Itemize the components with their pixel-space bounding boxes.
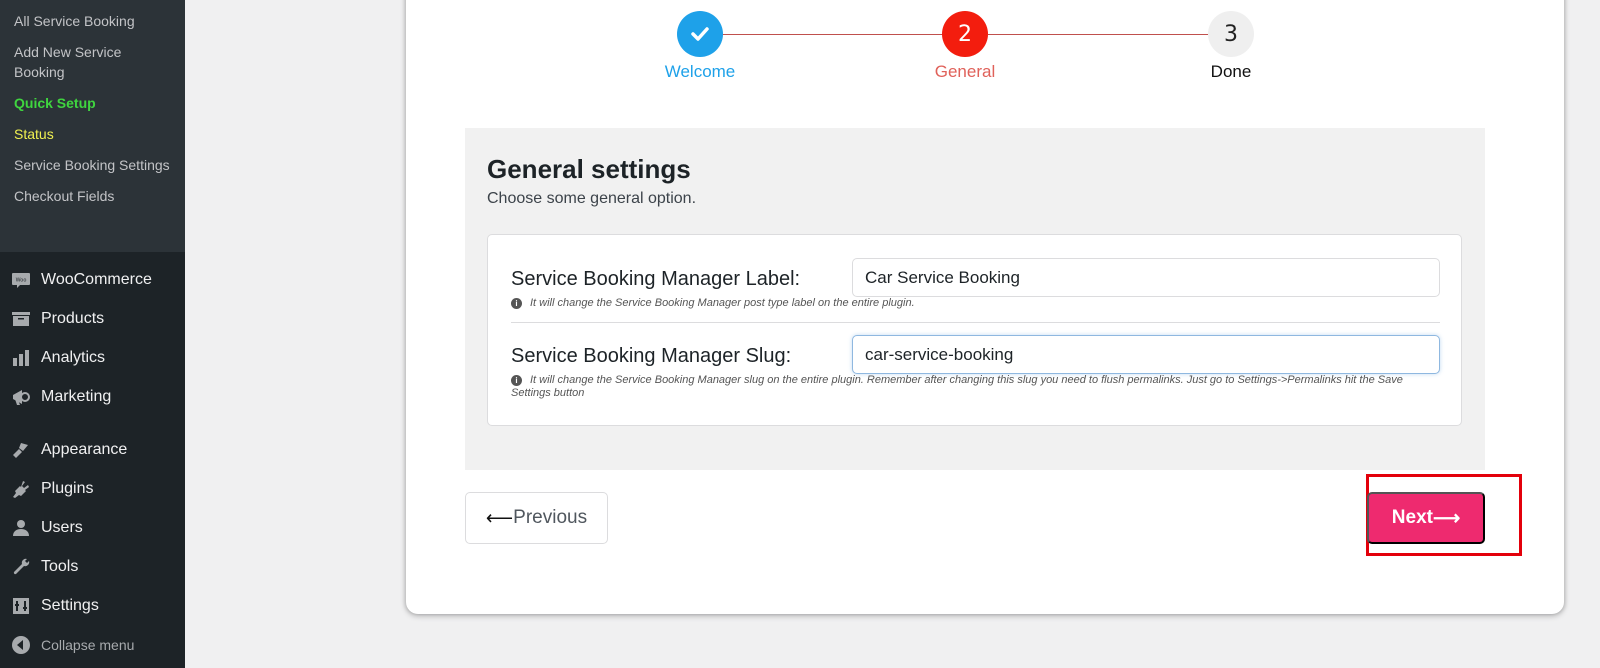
menu-label: Settings	[41, 596, 99, 614]
step-general-label: General	[934, 62, 996, 81]
menu-label: Analytics	[41, 348, 106, 366]
menu-item-appearance[interactable]: Appearance	[0, 430, 185, 469]
wrench-icon	[10, 556, 32, 578]
menu-label: Marketing	[41, 387, 112, 405]
admin-sidebar: All Service Booking Add New Service Book…	[0, 0, 185, 668]
step-done-label: Done	[1210, 62, 1252, 81]
submenu-all-service-booking[interactable]: All Service Booking	[0, 6, 185, 37]
collapse-label: Collapse menu	[41, 636, 135, 653]
admin-menu: Woo WooCommerce Products Analytics Marke…	[0, 252, 185, 664]
label-field-hint: i It will change the Service Booking Mana…	[511, 297, 1421, 310]
next-button[interactable]: Next ⟶	[1367, 492, 1485, 544]
plug-icon	[10, 478, 32, 500]
previous-label: Previous	[513, 507, 588, 528]
manager-slug-input[interactable]	[852, 335, 1440, 374]
step-welcome-circle	[677, 11, 723, 57]
submenu-checkout-fields[interactable]: Checkout Fields	[0, 181, 185, 212]
menu-item-tools[interactable]: Tools	[0, 547, 185, 586]
service-booking-submenu: All Service Booking Add New Service Book…	[0, 0, 185, 252]
hint-text: It will change the Service Booking Manag…	[530, 297, 915, 309]
woo-icon: Woo	[10, 269, 32, 291]
submenu-service-booking-settings[interactable]: Service Booking Settings	[0, 150, 185, 181]
submenu-add-new-service-booking[interactable]: Add New Service Booking	[0, 37, 185, 88]
arrow-left-icon: ⟵	[485, 507, 514, 529]
collapse-menu-button[interactable]: Collapse menu	[0, 625, 185, 664]
slug-field-label: Service Booking Manager Slug:	[511, 345, 792, 367]
menu-label: Users	[41, 518, 83, 536]
menu-label: WooCommerce	[41, 270, 152, 288]
quick-setup-card: Welcome 2 General 3 Done General setting…	[406, 0, 1564, 614]
previous-button[interactable]: ⟵ Previous	[465, 492, 608, 544]
slug-field-hint: i It will change the Service Booking Mana…	[511, 374, 1421, 400]
menu-item-plugins[interactable]: Plugins	[0, 469, 185, 508]
user-icon	[10, 517, 32, 539]
menu-item-products[interactable]: Products	[0, 299, 185, 338]
menu-label: Plugins	[41, 479, 94, 497]
panel-subtitle: Choose some general option.	[487, 190, 697, 207]
step-done-circle: 3	[1208, 11, 1254, 57]
sliders-icon	[10, 595, 32, 617]
hint-text: It will change the Service Booking Manag…	[511, 374, 1403, 399]
panel-title: General settings	[487, 154, 691, 184]
setup-stepper: Welcome 2 General 3 Done	[406, 0, 1564, 100]
manager-label-input[interactable]	[852, 258, 1440, 297]
info-icon: i	[511, 298, 522, 309]
label-field-label: Service Booking Manager Label:	[511, 268, 801, 290]
menu-item-woocommerce[interactable]: Woo WooCommerce	[0, 260, 185, 299]
menu-label: Tools	[41, 557, 79, 575]
archive-icon	[10, 308, 32, 330]
step-connector	[722, 34, 958, 35]
step-connector	[988, 34, 1210, 35]
step-welcome-label: Welcome	[664, 62, 736, 81]
checkmark-icon	[691, 27, 709, 41]
menu-item-users[interactable]: Users	[0, 508, 185, 547]
menu-item-settings[interactable]: Settings	[0, 586, 185, 625]
menu-item-marketing[interactable]: Marketing	[0, 377, 185, 416]
next-label: Next	[1391, 507, 1433, 528]
bar-chart-icon	[10, 347, 32, 369]
menu-label: Appearance	[41, 440, 128, 458]
submenu-status[interactable]: Status	[0, 119, 185, 150]
megaphone-icon	[10, 386, 32, 408]
info-icon: i	[511, 375, 522, 386]
field-divider	[511, 322, 1440, 323]
svg-text:Woo: Woo	[16, 277, 27, 283]
submenu-quick-setup[interactable]: Quick Setup	[0, 88, 185, 119]
paintbrush-icon	[10, 439, 32, 461]
collapse-icon	[10, 634, 32, 656]
menu-label: Products	[41, 309, 105, 327]
step-general-circle: 2	[942, 11, 988, 57]
menu-item-analytics[interactable]: Analytics	[0, 338, 185, 377]
settings-fields: Service Booking Manager Label: iIt will …	[487, 234, 1462, 426]
arrow-right-icon: ⟶	[1432, 507, 1461, 529]
general-settings-panel: General settings Choose some general opt…	[465, 128, 1485, 470]
